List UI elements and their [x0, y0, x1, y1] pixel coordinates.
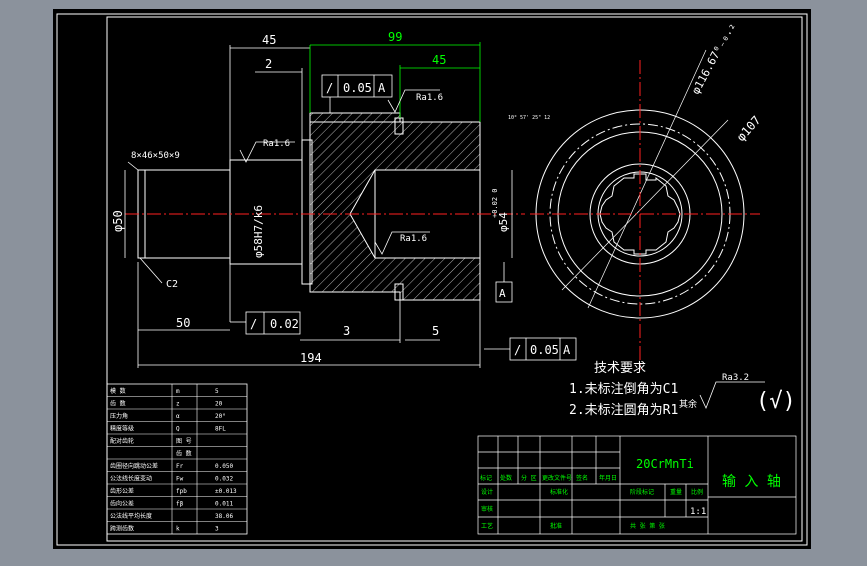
- dim-45-inner: 45: [432, 53, 446, 67]
- tb-row-label-4: 签名: [576, 474, 588, 482]
- dim-c2: C2: [166, 279, 178, 290]
- param-symbol: k: [176, 526, 180, 533]
- param-value: 20°: [215, 413, 226, 420]
- param-symbol: m: [176, 388, 180, 395]
- dim-50-bottom: 50: [176, 316, 190, 330]
- dim-5: 5: [432, 324, 439, 338]
- tb-stage-label-0: 阶段标记: [630, 488, 654, 496]
- param-value: 20: [215, 401, 223, 408]
- tol-top-value: 0.05: [343, 81, 372, 95]
- dim-194: 194: [300, 351, 322, 365]
- param-symbol: 齿 数: [176, 450, 192, 458]
- drawing-viewport: 45 99 45 2 50 3 5 194 φ50 φ58H7/k6 φ54 +…: [0, 0, 867, 562]
- tol-left-symbol: /: [250, 317, 257, 331]
- tb-row-label-5: 年月日: [599, 474, 617, 482]
- dim-3: 3: [343, 324, 350, 338]
- roughness-other-prefix: 其余: [679, 398, 697, 410]
- tol-bottom-value: 0.05: [530, 343, 559, 357]
- tb-row-label-3: 更改文件号: [542, 474, 572, 482]
- param-name: 齿圈径向跳动公差: [110, 462, 158, 470]
- tb-mid-label-1: 批准: [550, 522, 562, 530]
- tb-stage-label-2: 比例: [691, 488, 703, 496]
- param-symbol: 图 号: [176, 438, 192, 445]
- notes-line-1: 1.未标注倒角为C1: [569, 382, 678, 397]
- dim-dia50: φ50: [111, 210, 125, 232]
- roughness-label-b: Ra1.6: [416, 93, 443, 103]
- roughness-label-c: Ra1.6: [400, 234, 427, 244]
- param-symbol: Fw: [176, 476, 184, 483]
- param-name: 配对齿轮: [110, 437, 134, 445]
- param-value: 0.050: [215, 463, 233, 470]
- param-value: ±0.013: [215, 488, 237, 495]
- tol-top-symbol: /: [326, 81, 333, 95]
- tol-bottom-datum: A: [563, 343, 571, 357]
- notes-line-2: 2.未标注圆角为R1: [569, 403, 678, 418]
- tb-part-name: 输 入 轴: [722, 474, 781, 490]
- tb-sheet-label: 共 张 第 张: [630, 522, 665, 530]
- tol-left-value: 0.02: [270, 317, 299, 331]
- tb-row-label-0: 标记: [480, 474, 492, 482]
- tb-material: 20CrMnTi: [636, 457, 694, 471]
- tb-left-label-0: 设计: [481, 488, 493, 496]
- datum-label: A: [499, 287, 506, 300]
- spline-spec: 8×46×50×9: [131, 151, 180, 161]
- param-name: 公法线平均长度: [110, 512, 152, 520]
- param-name: 公法线长度变动: [110, 475, 152, 483]
- param-name: 齿形公差: [110, 487, 134, 495]
- tb-stage-label-1: 重量: [670, 488, 682, 496]
- tb-row-label-2: 分 区: [521, 474, 537, 482]
- tb-left-label-1: 审核: [481, 505, 493, 513]
- param-value: 38.06: [215, 513, 233, 520]
- param-symbol: z: [176, 401, 180, 408]
- roughness-other-value: Ra3.2: [722, 373, 749, 383]
- param-value: 3: [215, 526, 219, 533]
- dim-dia54-tol: +0.02 0: [491, 188, 499, 218]
- param-symbol: Fr: [176, 463, 184, 470]
- tb-scale: 1:1: [690, 507, 706, 517]
- cad-drawing: 45 99 45 2 50 3 5 194 φ50 φ58H7/k6 φ54 +…: [53, 9, 811, 549]
- dim-2: 2: [265, 57, 272, 71]
- param-name: 压力角: [110, 412, 128, 420]
- param-name: 模 数: [110, 387, 126, 395]
- param-value: 5: [215, 388, 219, 395]
- param-symbol: fpb: [176, 488, 187, 495]
- tb-mid-label-0: 标准化: [550, 488, 568, 496]
- dim-45-top: 45: [262, 33, 276, 47]
- tol-top-datum: A: [378, 81, 386, 95]
- param-symbol: α: [176, 413, 180, 420]
- param-name: 精度等级: [110, 425, 134, 433]
- tol-bottom-symbol: /: [514, 343, 521, 357]
- dim-99: 99: [388, 30, 402, 44]
- tiny-note: 10° 57' 25" 12: [508, 115, 550, 121]
- param-symbol: fβ: [176, 501, 184, 508]
- param-name: 跨测齿数: [110, 525, 134, 533]
- param-value: 0.011: [215, 501, 233, 508]
- dim-dia58: φ58H7/k6: [252, 205, 265, 258]
- param-value: 0.032: [215, 476, 233, 483]
- notes-title: 技术要求: [594, 361, 646, 376]
- tb-row-label-1: 处数: [500, 474, 512, 482]
- param-name: 齿向公差: [110, 500, 134, 508]
- param-value: 8FL: [215, 426, 226, 433]
- param-name: 齿 数: [110, 400, 126, 408]
- roughness-check-icon: (√): [756, 389, 796, 414]
- param-symbol: Q: [176, 426, 180, 433]
- tb-left-label-2: 工艺: [481, 522, 493, 530]
- roughness-label-a: Ra1.6: [263, 139, 290, 149]
